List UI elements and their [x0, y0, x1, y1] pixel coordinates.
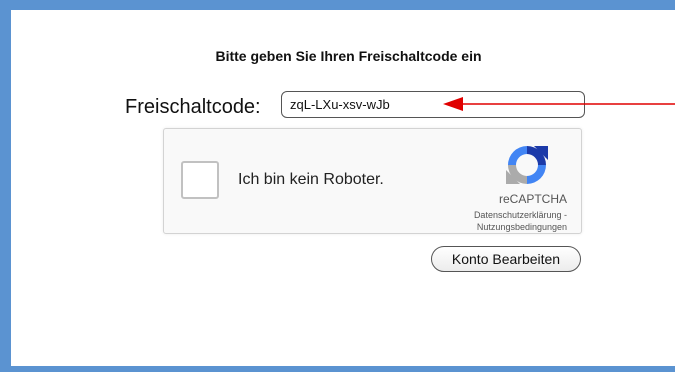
page-heading: Bitte geben Sie Ihren Freischaltcode ein	[215, 48, 482, 64]
page-frame: Bitte geben Sie Ihren Freischaltcode ein…	[0, 0, 675, 372]
recaptcha-label: Ich bin kein Roboter.	[238, 171, 384, 188]
terms-link[interactable]: Nutzungsbedingungen	[477, 222, 567, 232]
recaptcha-brand: reCAPTCHA	[498, 192, 567, 206]
link-separator: -	[561, 210, 567, 220]
privacy-link[interactable]: Datenschutzerklärung	[474, 210, 562, 220]
unlock-code-label: Freischaltcode:	[125, 96, 261, 118]
recaptcha-widget: Ich bin kein Roboter. reCAPTCHA Datensch…	[163, 128, 582, 234]
recaptcha-checkbox[interactable]	[181, 161, 219, 199]
annotation-arrow-icon	[443, 97, 675, 111]
recaptcha-links: Datenschutzerklärung - Nutzungsbedingung…	[427, 209, 567, 233]
recaptcha-logo-icon	[506, 146, 548, 184]
edit-account-button[interactable]: Konto Bearbeiten	[431, 246, 581, 272]
